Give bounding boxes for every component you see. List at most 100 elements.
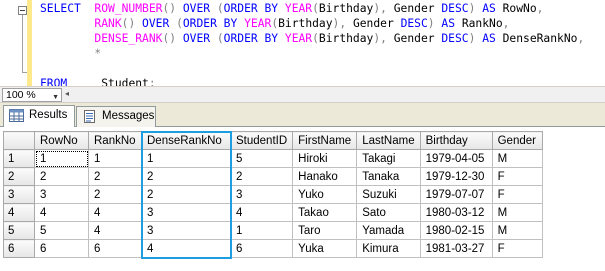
sql-editor[interactable]: SELECT ROW_NUMBER() OVER (ORDER BY YEAR(… (0, 0, 605, 86)
code-token: , (536, 2, 544, 15)
column-header-gender[interactable]: Gender (491, 131, 543, 150)
table-cell[interactable]: Tanaka (356, 167, 421, 186)
table-cell[interactable]: 1 (34, 149, 89, 168)
table-row[interactable]: 6 6 6 4 6 Yuka Kimura 1981-03-27 F (3, 239, 543, 258)
code-line[interactable] (40, 61, 584, 76)
table-cell[interactable]: 1 (141, 149, 231, 168)
table-cell[interactable]: 2 (88, 185, 142, 204)
table-cell[interactable]: 1 (229, 221, 294, 240)
table-cell[interactable]: M (491, 221, 543, 240)
zoom-select[interactable]: 100 % ▼ (2, 88, 62, 102)
table-cell[interactable]: Sato (356, 203, 421, 222)
code-line[interactable]: FROM Student; (40, 76, 584, 86)
table-cell[interactable]: 2 (141, 185, 231, 204)
table-cell[interactable]: 3 (34, 185, 89, 204)
table-cell[interactable]: Taro (292, 221, 358, 240)
code-line[interactable]: DENSE_RANK() OVER (ORDER BY YEAR(Birthda… (40, 31, 584, 46)
table-cell[interactable]: 1979-07-07 (419, 185, 493, 204)
table-cell[interactable]: 6 (88, 239, 142, 258)
table-cell[interactable]: 6 (34, 239, 89, 258)
sql-code[interactable]: SELECT ROW_NUMBER() OVER (ORDER BY YEAR(… (40, 1, 584, 86)
table-cell[interactable]: 5 (34, 221, 89, 240)
table-cell[interactable]: 1981-03-27 (419, 239, 493, 258)
code-token: DenseRankNo (502, 32, 578, 45)
table-cell[interactable]: 1980-02-15 (419, 221, 493, 240)
table-cell[interactable]: Yamada (356, 221, 421, 240)
tab-messages[interactable]: Messages (76, 106, 156, 127)
table-cell[interactable]: 2 (34, 167, 89, 186)
column-header-lastname[interactable]: LastName (356, 131, 421, 150)
table-row[interactable]: 2 2 2 2 2 Hanako Tanaka 1979-12-30 F (3, 167, 543, 186)
code-line[interactable]: SELECT ROW_NUMBER() OVER (ORDER BY YEAR(… (40, 1, 584, 16)
table-cell[interactable]: 4 (229, 203, 294, 222)
table-row[interactable]: 1 1 1 1 5 Hiroki Takagi 1979-04-05 M (3, 149, 543, 168)
row-header[interactable]: 6 (3, 239, 35, 258)
table-cell[interactable]: 1 (88, 149, 142, 168)
column-header-studentid[interactable]: StudentID (229, 131, 294, 150)
table-cell[interactable]: 4 (34, 203, 89, 222)
grid-corner[interactable] (3, 131, 35, 150)
code-token: FROM (40, 77, 68, 86)
table-cell[interactable]: Yuko (292, 185, 358, 204)
code-token: DESC (441, 2, 469, 15)
table-row[interactable]: 3 3 2 2 3 Yuko Suzuki 1979-07-07 F (3, 185, 543, 204)
table-cell[interactable]: F (491, 239, 543, 258)
results-grid-area[interactable]: RowNo RankNo DenseRankNo StudentID First… (0, 128, 605, 271)
scroll-left-icon[interactable]: ◂ (65, 89, 69, 98)
table-cell[interactable]: 1979-12-30 (419, 167, 493, 186)
code-token: ROW_NUMBER (94, 2, 163, 15)
table-cell[interactable]: F (491, 167, 543, 186)
column-header-rowno[interactable]: RowNo (34, 131, 89, 150)
table-cell[interactable]: 2 (229, 167, 294, 186)
table-cell[interactable]: Yuka (292, 239, 358, 258)
table-cell[interactable]: 4 (88, 221, 142, 240)
column-header-denserankno[interactable]: DenseRankNo (141, 131, 231, 150)
table-cell[interactable]: Kimura (356, 239, 421, 258)
table-cell[interactable]: 2 (141, 167, 231, 186)
table-cell[interactable]: 4 (88, 203, 142, 222)
column-header-firstname[interactable]: FirstName (292, 131, 358, 150)
code-token: RowNo (502, 2, 537, 15)
table-cell[interactable]: 1979-04-05 (419, 149, 493, 168)
table-cell[interactable]: Hanako (292, 167, 358, 186)
table-cell[interactable]: 3 (141, 203, 231, 222)
zoom-value: 100 % (6, 89, 36, 101)
code-token: YEAR (284, 32, 313, 45)
tab-results[interactable]: Results (3, 105, 75, 127)
table-cell[interactable]: 3 (141, 221, 231, 240)
code-token: OVER (135, 17, 177, 30)
code-line[interactable]: * (40, 46, 584, 61)
table-row[interactable]: 5 5 4 3 1 Taro Yamada 1980-02-15 M (3, 221, 543, 240)
row-header[interactable]: 3 (3, 185, 35, 204)
table-cell[interactable]: 1980-03-12 (419, 203, 493, 222)
table-cell[interactable]: M (491, 203, 543, 222)
table-cell[interactable]: Suzuki (356, 185, 421, 204)
row-header[interactable]: 5 (3, 221, 35, 240)
code-token: Gender (386, 32, 442, 45)
table-cell[interactable]: 4 (141, 239, 231, 258)
table-cell[interactable]: 6 (229, 239, 294, 258)
table-cell[interactable]: Hiroki (292, 149, 358, 168)
code-line[interactable]: RANK() OVER (ORDER BY YEAR(Birthday), Ge… (40, 16, 584, 31)
row-header[interactable]: 4 (3, 203, 35, 222)
table-cell[interactable]: 2 (88, 167, 142, 186)
table-cell[interactable]: F (491, 185, 543, 204)
table-cell[interactable]: Takao (292, 203, 358, 222)
collapse-icon[interactable] (18, 6, 27, 15)
code-token: OVER (176, 32, 217, 45)
table-cell[interactable]: 3 (229, 185, 294, 204)
results-grid[interactable]: RowNo RankNo DenseRankNo StudentID First… (3, 131, 543, 258)
code-token: YEAR (284, 2, 313, 15)
table-cell[interactable]: 5 (229, 149, 294, 168)
table-row[interactable]: 4 4 4 3 4 Takao Sato 1980-03-12 M (3, 203, 543, 222)
row-header[interactable]: 1 (3, 149, 35, 168)
code-token: AS (434, 17, 462, 30)
column-header-rankno[interactable]: RankNo (88, 131, 142, 150)
column-header-birthday[interactable]: Birthday (419, 131, 493, 150)
table-cell[interactable]: M (491, 149, 543, 168)
code-token: ), (373, 2, 387, 15)
table-cell[interactable]: Takagi (356, 149, 421, 168)
row-header[interactable]: 2 (3, 167, 35, 186)
